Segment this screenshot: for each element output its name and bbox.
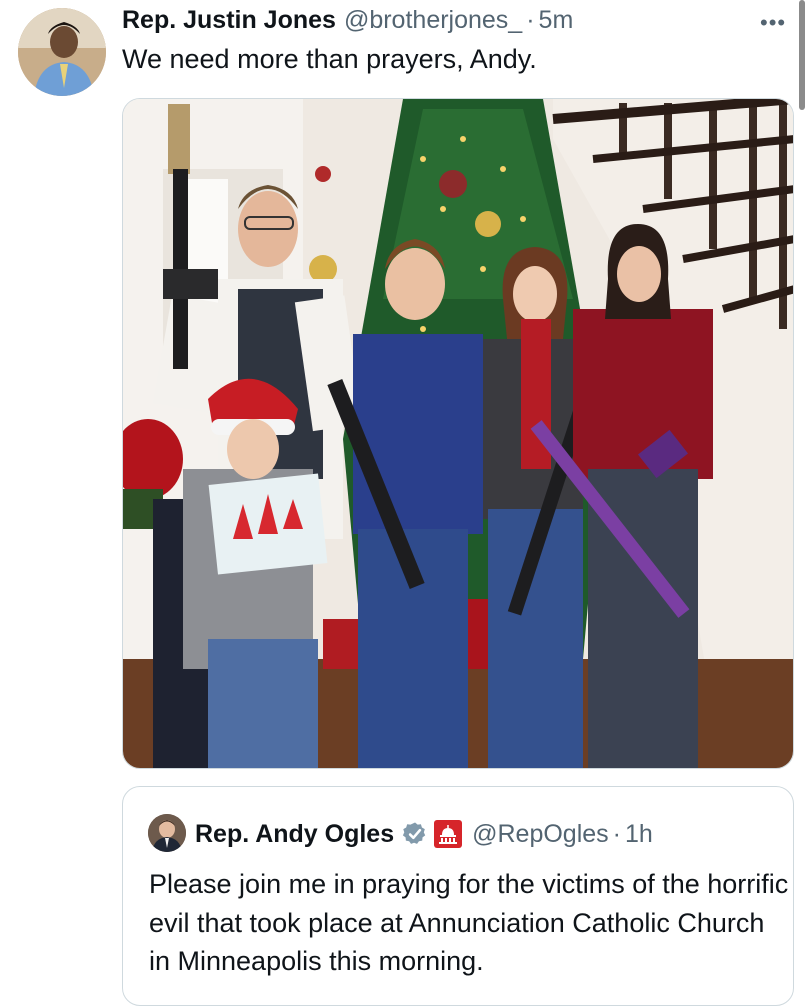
capitol-icon[interactable]: [434, 820, 463, 848]
author-name[interactable]: Rep. Justin Jones: [122, 6, 336, 35]
tweet-header: Rep. Justin Jones @brotherjones_ · 5m: [122, 6, 771, 38]
quoted-avatar-image: [148, 814, 186, 852]
quoted-tweet-header: Rep. Andy Ogles @RepOgles · 1h: [195, 814, 653, 854]
quoted-tweet-text: Please join me in praying for the victim…: [149, 869, 789, 976]
tweet-photo[interactable]: [122, 98, 794, 769]
quoted-separator: ·: [612, 819, 621, 848]
quoted-timestamp[interactable]: 1h: [625, 820, 653, 849]
quoted-tweet-card[interactable]: Rep. Andy Ogles @RepOgles · 1h Please jo…: [122, 786, 794, 1006]
separator: ·: [526, 6, 535, 34]
scrollbar[interactable]: [799, 0, 805, 110]
quoted-author-name[interactable]: Rep. Andy Ogles: [195, 820, 394, 849]
tweet-timestamp[interactable]: 5m: [539, 6, 574, 35]
author-avatar[interactable]: [18, 8, 106, 96]
family-christmas-photo: [123, 99, 793, 768]
verified-badge-icon[interactable]: [402, 821, 428, 847]
quoted-author-handle[interactable]: @RepOgles: [472, 820, 609, 849]
avatar-image: [18, 8, 106, 96]
tweet-text: We need more than prayers, Andy.: [122, 44, 537, 74]
more-icon[interactable]: •••: [760, 10, 786, 36]
capitol-dome-glyph: [439, 825, 458, 844]
author-handle[interactable]: @brotherjones_: [344, 6, 522, 35]
quoted-author-avatar[interactable]: [148, 814, 186, 852]
